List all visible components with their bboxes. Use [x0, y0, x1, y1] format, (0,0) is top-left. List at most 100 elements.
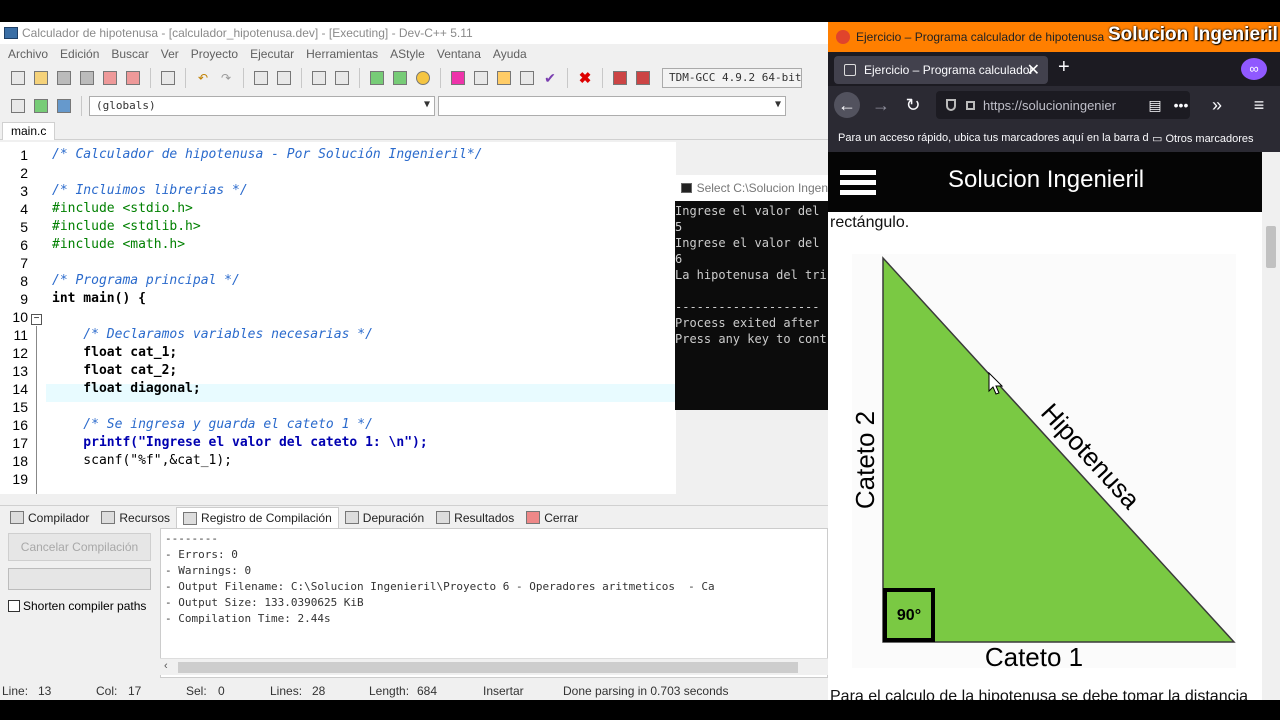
print-icon[interactable] [158, 68, 178, 88]
cancel-compilation-button[interactable]: Cancelar Compilación [8, 533, 151, 561]
status-sel-label: Sel: [186, 684, 207, 698]
scope-combo[interactable]: (globals) ▼ [89, 96, 435, 116]
menu-herramientas[interactable]: Herramientas [300, 47, 384, 61]
menu-icon[interactable]: ≡ [1246, 92, 1272, 118]
goto-bookmark-icon[interactable] [54, 96, 74, 116]
line-number: 1 [20, 147, 28, 163]
console-line: 6 [675, 252, 683, 266]
menu-ayuda[interactable]: Ayuda [487, 47, 533, 61]
menu-proyecto[interactable]: Proyecto [185, 47, 244, 61]
redo-icon[interactable]: ↷ [216, 68, 236, 88]
hamburger-menu-icon[interactable] [840, 170, 876, 196]
compile-log[interactable]: -------- - Errors: 0 - Warnings: 0 - Out… [160, 528, 828, 678]
line-number: 7 [20, 255, 28, 271]
reader-view-icon[interactable]: ▤ [1142, 92, 1168, 118]
rebuild-icon[interactable] [517, 68, 537, 88]
results-icon [436, 511, 451, 524]
undo-icon[interactable]: ↶ [193, 68, 213, 88]
devcpp-menubar: Archivo Edición Buscar Ver Proyecto Ejec… [0, 44, 828, 64]
lock-icon[interactable] [966, 100, 975, 110]
stop-execution-icon[interactable]: ✖ [575, 68, 595, 88]
open-project-icon[interactable] [31, 68, 51, 88]
close-file-icon[interactable] [100, 68, 120, 88]
line-number: 16 [12, 417, 28, 433]
menu-buscar[interactable]: Buscar [105, 47, 154, 61]
menu-ventana[interactable]: Ventana [431, 47, 487, 61]
reload-icon[interactable]: ↻ [900, 92, 926, 118]
menu-ejecutar[interactable]: Ejecutar [244, 47, 300, 61]
tab-cerrar[interactable]: Cerrar [520, 507, 584, 529]
compiler-select[interactable]: TDM-GCC 4.9.2 64-bit [662, 68, 802, 88]
tab-registro-compilacion[interactable]: Registro de Compilación [176, 506, 339, 529]
console-line: La hipotenusa del tri [675, 268, 827, 282]
back-arrow-icon[interactable]: ← [834, 92, 860, 118]
find-icon[interactable] [251, 68, 271, 88]
close-all-icon[interactable] [123, 68, 143, 88]
add-to-project-icon[interactable] [367, 68, 387, 88]
shorten-paths-option[interactable]: Shorten compiler paths [8, 599, 146, 613]
menu-astyle[interactable]: AStyle [384, 47, 431, 61]
goto-line-icon[interactable] [332, 68, 352, 88]
fold-toggle-icon[interactable]: − [31, 314, 42, 325]
profile-icon[interactable] [610, 68, 630, 88]
project-options-icon[interactable] [413, 68, 433, 88]
compile-run-icon[interactable] [494, 68, 514, 88]
remove-from-project-icon[interactable] [390, 68, 410, 88]
code-line: int main() { [52, 291, 146, 306]
resources-icon [101, 511, 116, 524]
console-window[interactable]: Select C:\Solucion Ingen Ingrese el valo… [675, 175, 828, 410]
toggle-bookmark-icon[interactable] [31, 96, 51, 116]
tab-recursos[interactable]: Recursos [95, 507, 176, 529]
replace-icon[interactable] [274, 68, 294, 88]
menu-archivo[interactable]: Archivo [2, 47, 54, 61]
new-file-icon[interactable] [8, 68, 28, 88]
other-bookmarks[interactable]: ▭ Otros marcadores [1148, 131, 1254, 145]
compile-icon[interactable] [448, 68, 468, 88]
compiler-icon [10, 511, 24, 524]
tab-compilador[interactable]: Compilador [4, 507, 95, 529]
console-icon [681, 183, 692, 193]
menu-ver[interactable]: Ver [155, 47, 185, 61]
browser-tab[interactable]: Ejercicio – Programa calculador ✕ [834, 56, 1048, 84]
url-text: https://solucioningenier [983, 97, 1116, 113]
page-vertical-scrollbar[interactable] [1262, 152, 1280, 700]
new-tab-icon[interactable]: + [1058, 56, 1070, 79]
console-titlebar[interactable]: Select C:\Solucion Ingen [675, 175, 828, 201]
function-combo[interactable]: ▼ [438, 96, 786, 116]
tab-depuracion[interactable]: Depuración [339, 507, 430, 529]
log-horizontal-scrollbar[interactable]: ‹ [160, 658, 828, 675]
shorten-paths-checkbox[interactable] [8, 600, 20, 612]
save-icon[interactable] [54, 68, 74, 88]
bookmarks-toolbar: Para un acceso rápido, ubica tus marcado… [828, 124, 1280, 152]
indent-icon[interactable] [309, 68, 329, 88]
shield-icon[interactable] [946, 99, 956, 111]
tab-main-c[interactable]: main.c [2, 122, 56, 140]
menu-edicion[interactable]: Edición [54, 47, 105, 61]
forward-arrow-icon[interactable]: → [868, 92, 894, 118]
code-line: #include <stdio.h> [52, 201, 193, 216]
syntax-check-icon[interactable]: ✔ [540, 68, 560, 88]
insert-icon[interactable] [8, 96, 28, 116]
scrollbar-thumb[interactable] [1266, 226, 1276, 268]
close-icon[interactable]: ✕ [1027, 60, 1040, 80]
line-number: 4 [20, 201, 28, 217]
other-bookmarks-label: Otros marcadores [1165, 132, 1254, 145]
code-editor[interactable]: 1 2 3 4 5 6 7 8 9 10 11 12 13 14 15 16 1… [0, 142, 676, 494]
save-all-icon[interactable] [77, 68, 97, 88]
tab-resultados[interactable]: Resultados [430, 507, 520, 529]
overflow-chevron-icon[interactable]: » [1204, 92, 1230, 118]
page-actions-icon[interactable]: ••• [1168, 92, 1194, 118]
bottom-panel-tabs: Compilador Recursos Registro de Compilac… [0, 505, 828, 529]
site-logo[interactable]: Solucion Ingenieril [948, 166, 1144, 194]
firefox-icon [836, 30, 850, 44]
scroll-left-icon[interactable]: ‹ [164, 660, 168, 672]
delete-profile-icon[interactable] [633, 68, 653, 88]
run-icon[interactable] [471, 68, 491, 88]
private-mask-icon[interactable]: ∞ [1241, 58, 1267, 80]
scrollbar-thumb[interactable] [178, 662, 798, 673]
compile-progress-bar [8, 568, 151, 590]
site-favicon-icon [844, 64, 856, 76]
line-number: 8 [20, 273, 28, 289]
line-number: 9 [20, 291, 28, 307]
shorten-paths-label: Shorten compiler paths [23, 599, 147, 613]
